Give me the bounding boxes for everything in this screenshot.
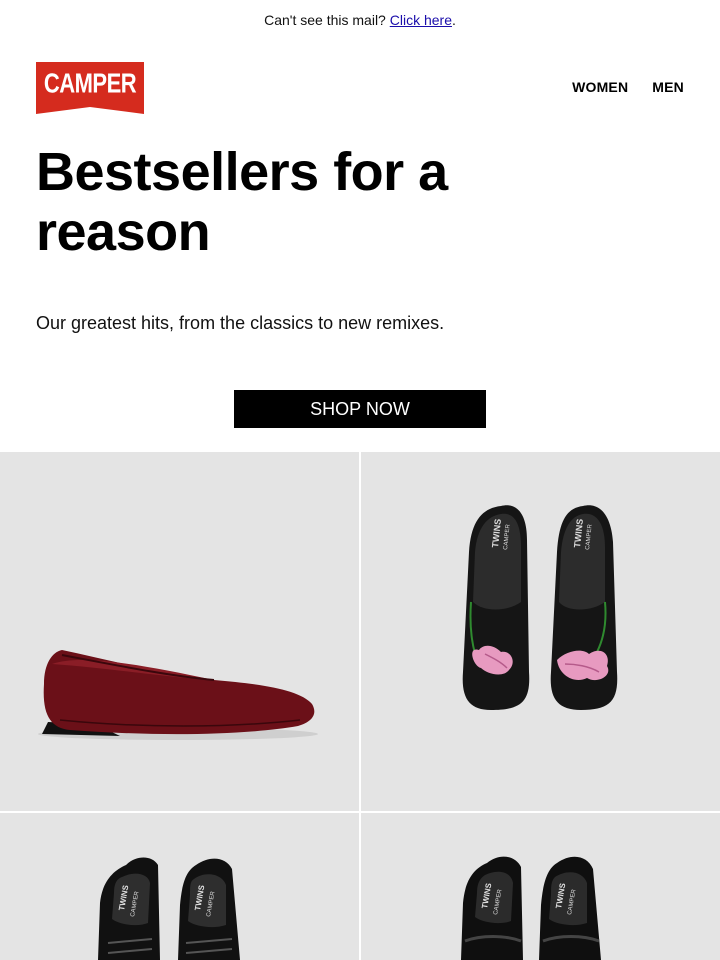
preheader-suffix: . [451,12,456,28]
product-tile-black-flower-flats[interactable]: TWINS CAMPER TWINS CAMPER [361,452,720,811]
click-here-link[interactable]: Click here [390,12,452,28]
preheader: Can't see this mail? Click here. [0,12,720,28]
main-nav: WOMEN MEN [572,79,684,95]
nav-item-men[interactable]: MEN [652,79,684,95]
preheader-text: Can't see this mail? [264,12,386,28]
burgundy-ballerina-image [38,650,318,740]
product-tile-black-loafers[interactable]: TWINS CAMPER TWINS CAMPER [361,813,720,960]
camper-logo-text: CAMPER [44,68,137,99]
product-grid: TWINS CAMPER TWINS CAMPER TWINS CAMPER T… [0,452,720,960]
nav-item-women[interactable]: WOMEN [572,79,628,95]
black-laceups-image: TWINS CAMPER TWINS CAMPER [98,857,240,960]
hero-subhead: Our greatest hits, from the classics to … [36,313,445,333]
product-tile-black-laceups[interactable]: TWINS CAMPER TWINS CAMPER [0,813,359,960]
camper-logo[interactable]: CAMPER [36,60,144,116]
black-flower-flats-image: TWINS CAMPER TWINS CAMPER [462,505,618,710]
shop-now-button[interactable]: SHOP NOW [234,390,486,428]
product-tile-burgundy-ballerina[interactable] [0,452,359,811]
black-loafers-image: TWINS CAMPER TWINS CAMPER [461,856,601,960]
camper-logo-graphic: CAMPER [36,62,144,114]
hero-headline: Bestsellers for a reason [36,142,448,262]
